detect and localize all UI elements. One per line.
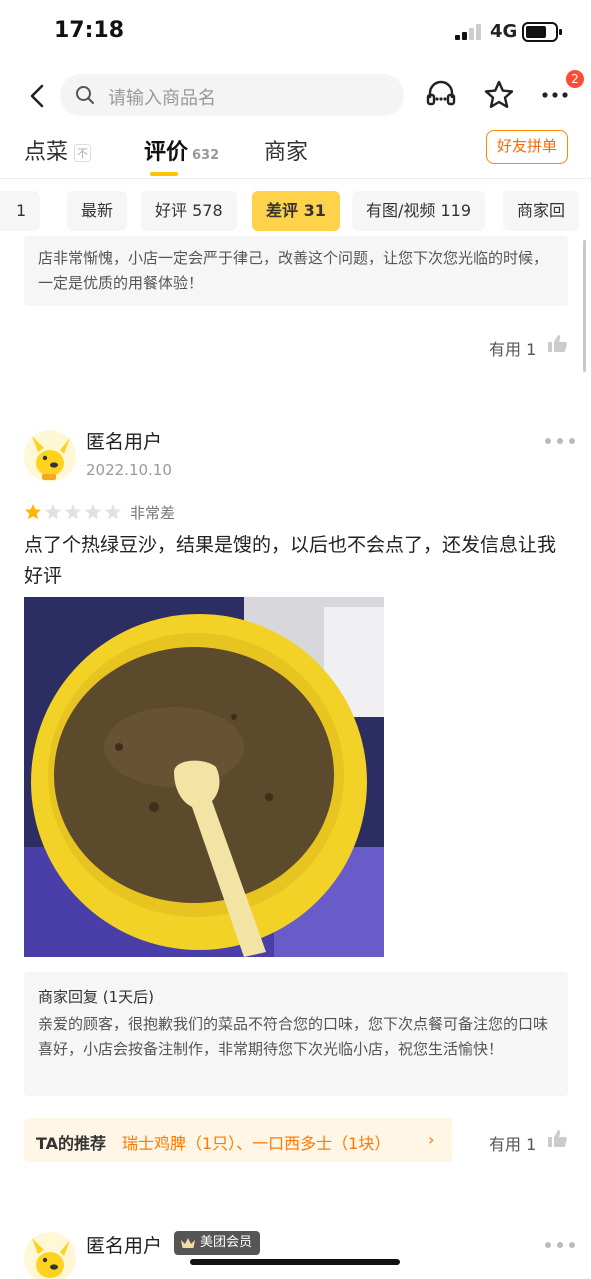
filter-chip-negative[interactable]: 差评 31: [252, 191, 340, 231]
search-input[interactable]: 请输入商品名: [60, 74, 404, 116]
star-favorite-icon[interactable]: [482, 78, 516, 112]
recommend-items-text: 瑞士鸡脾（1只）、一口西多士（1块）: [122, 1134, 391, 1153]
recommended-items[interactable]: TA的推荐 瑞士鸡脾（1只）、一口西多士（1块） ›: [24, 1118, 452, 1162]
filter-chip-merchant-reply[interactable]: 商家回: [503, 191, 580, 231]
merchant-reply-text: 亲爱的顾客，很抱歉我们的菜品不符合您的口味，您下次点餐可备注您的口味喜好，小店会…: [38, 1015, 549, 1058]
signal-icon: [455, 24, 483, 40]
tab-order[interactable]: 点菜不: [24, 134, 92, 166]
star-empty-icon: [85, 504, 101, 520]
battery-icon: [522, 22, 562, 42]
filter-chip-media[interactable]: 有图/视频 119: [352, 191, 486, 231]
useful-count[interactable]: 有用 1: [489, 336, 536, 360]
avatar[interactable]: [24, 430, 76, 482]
merchant-reply-text: 店非常惭愧，小店一定会严于律己，改善这个问题，让您下次您光临的时候，一定是优质的…: [38, 249, 549, 292]
tab-merchant-label: 商家: [264, 140, 309, 165]
back-arrow-icon[interactable]: [24, 82, 52, 110]
filter-chip-latest[interactable]: 最新: [67, 191, 128, 231]
customer-service-icon[interactable]: [424, 78, 458, 112]
tab-reviews[interactable]: 评价 632: [144, 134, 219, 166]
more-options-icon[interactable]: [545, 1242, 575, 1250]
review-text: 点了个热绿豆沙，结果是馊的，以后也不会点了，还发信息让我好评: [24, 534, 557, 587]
review-filter-bar: 1 最新 好评 578 差评 31 有图/视频 119 商家回: [0, 191, 591, 231]
review-date: 2022.10.10: [86, 461, 172, 479]
merchant-reply-box: 商家回复 (1天后) 亲爱的顾客，很抱歉我们的菜品不符合您的口味，您下次点餐可备…: [24, 972, 568, 1096]
tab-order-label: 点菜: [24, 140, 69, 165]
search-icon: [76, 86, 94, 104]
tab-reviews-label: 评价: [144, 140, 189, 165]
status-bar: 17:18 4G: [0, 0, 591, 64]
more-options-icon[interactable]: [545, 438, 575, 446]
chevron-right-icon: ›: [428, 1130, 435, 1149]
notification-badge: 2: [566, 70, 584, 88]
filter-chip-positive[interactable]: 好评 578: [141, 191, 237, 231]
tab-merchant[interactable]: 商家: [264, 134, 308, 166]
avatar[interactable]: [24, 1232, 76, 1279]
review-username: 匿名用户: [86, 431, 163, 453]
recommend-label: TA的推荐: [36, 1134, 107, 1153]
merchant-reply-title: 商家回复 (1天后): [38, 988, 155, 1006]
divider: [0, 178, 591, 179]
active-tab-indicator: [150, 172, 178, 176]
thumbs-up-icon[interactable]: [546, 332, 568, 354]
crown-icon: [181, 1238, 195, 1248]
group-order-button[interactable]: 好友拼单: [486, 130, 568, 164]
review-photo[interactable]: [24, 597, 384, 957]
star-empty-icon: [65, 504, 81, 520]
network-type: 4G: [490, 21, 518, 42]
home-indicator: [190, 1259, 400, 1265]
status-time: 17:18: [54, 18, 125, 43]
tab-order-tag: 不: [74, 144, 92, 162]
rating-label: 非常差: [130, 504, 176, 522]
member-badge-label: 美团会员: [200, 1235, 253, 1250]
thumbs-up-icon[interactable]: [546, 1127, 568, 1149]
useful-count[interactable]: 有用 1: [489, 1131, 536, 1155]
star-empty-icon: [45, 504, 61, 520]
merchant-reply-box: 店非常惭愧，小店一定会严于律己，改善这个问题，让您下次您光临的时候，一定是优质的…: [24, 236, 568, 306]
filter-chip[interactable]: 1: [0, 191, 41, 231]
search-placeholder: 请输入商品名: [108, 88, 216, 109]
scrollbar[interactable]: [583, 240, 586, 372]
review-username: 匿名用户: [86, 1235, 163, 1257]
member-badge: 美团会员: [174, 1231, 261, 1255]
star-filled-icon: [25, 504, 41, 520]
star-empty-icon: [105, 504, 121, 520]
tab-reviews-count: 632: [192, 148, 220, 163]
